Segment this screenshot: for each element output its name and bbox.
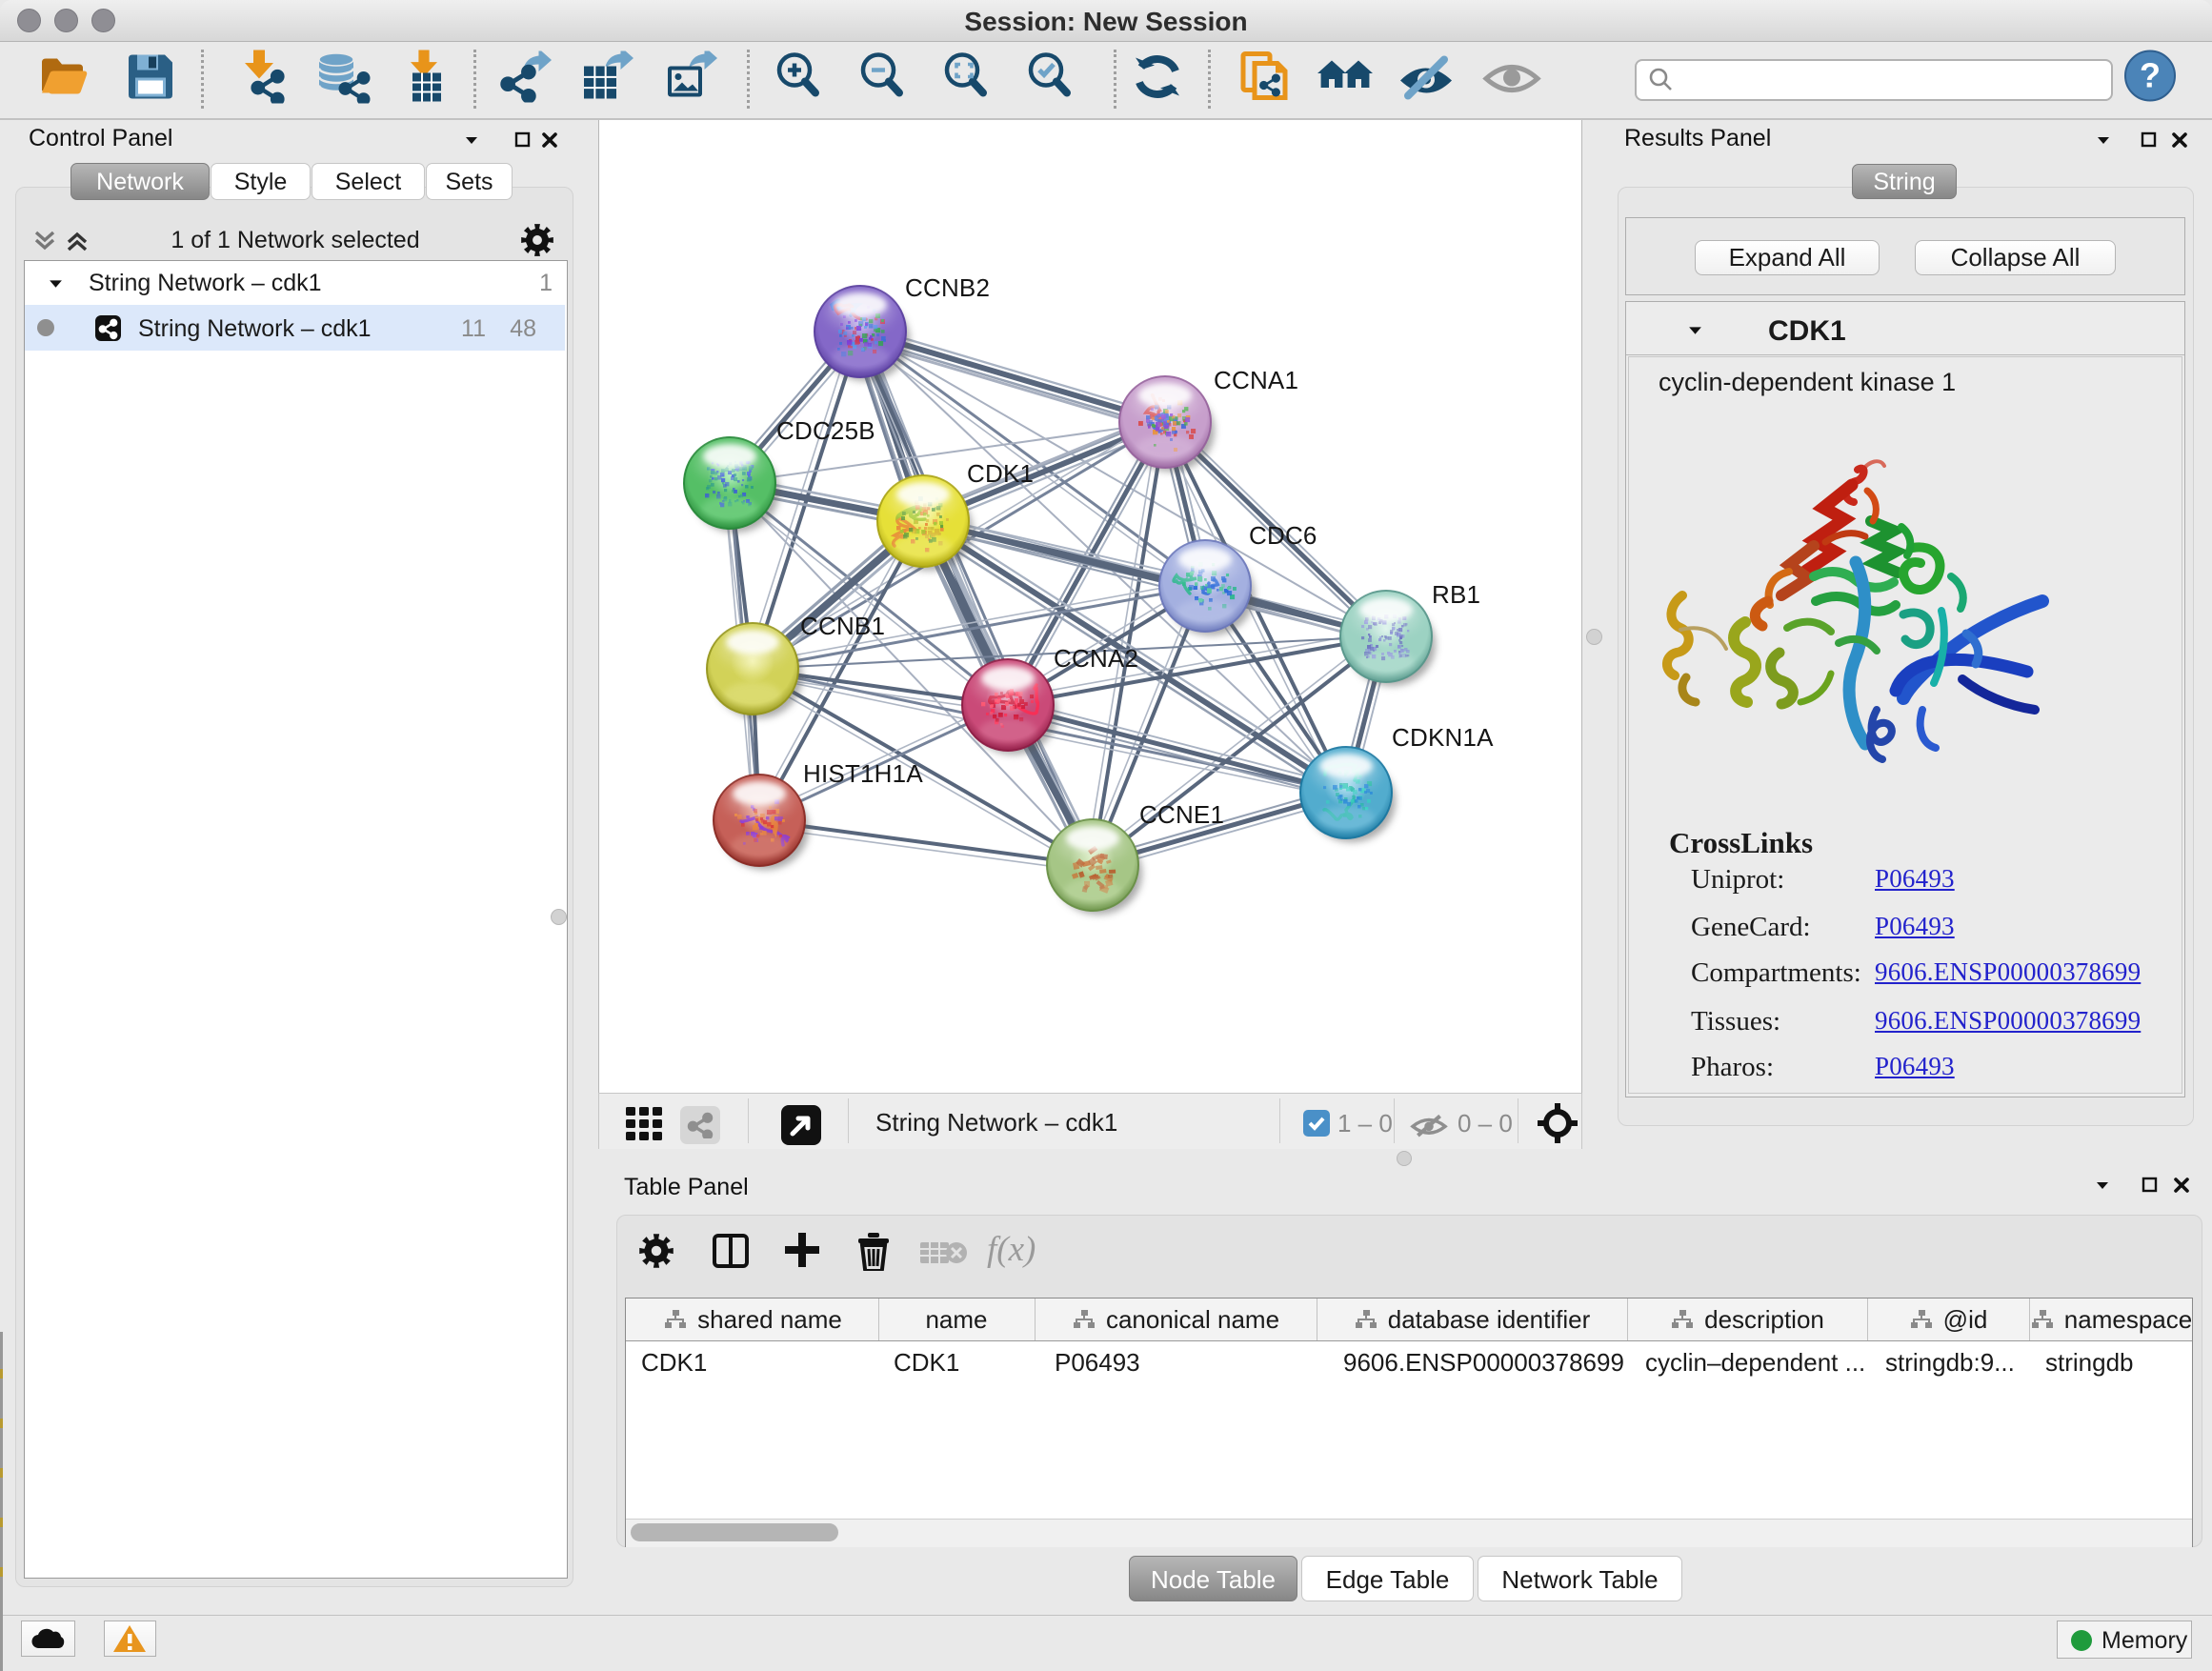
svg-text:?: ? xyxy=(2140,56,2161,95)
